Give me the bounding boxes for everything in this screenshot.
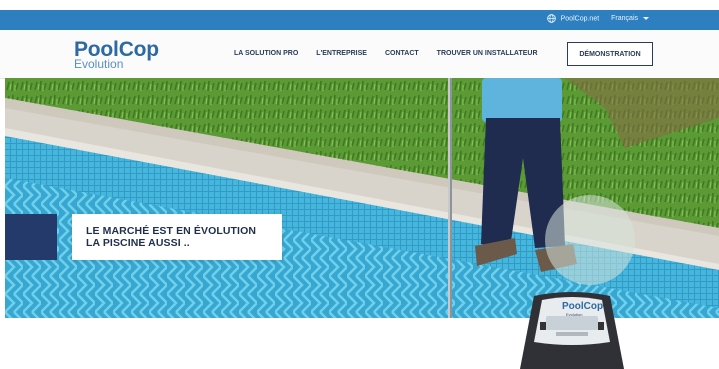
chevron-down-icon [643, 17, 649, 20]
accent-block [5, 214, 57, 260]
main-navigation: LA SOLUTION PRO L'ENTREPRISE CONTACT TRO… [234, 50, 538, 57]
hero-banner-image [5, 78, 719, 318]
top-utility-bar: PoolCop.net Français [0, 10, 719, 30]
site-logo[interactable]: PoolCop Evolution [74, 39, 159, 70]
demonstration-button[interactable]: DÉMONSTRATION [567, 42, 653, 66]
hero-headline-line-1: LE MARCHÉ EST EN ÉVOLUTION [86, 225, 257, 237]
top-bar-links: PoolCop.net Français [546, 14, 649, 23]
nav-l-entreprise[interactable]: L'ENTREPRISE [316, 50, 367, 57]
language-selector[interactable]: Français [611, 15, 649, 22]
hero-headline-card: LE MARCHÉ EST EN ÉVOLUTION LA PISCINE AU… [72, 214, 282, 260]
poolcop-net-link[interactable]: PoolCop.net [546, 14, 600, 23]
device-model: Evolution [566, 312, 583, 317]
pool-scene-illustration [5, 78, 719, 318]
nav-la-solution-pro[interactable]: LA SOLUTION PRO [234, 50, 298, 57]
poolcop-net-label: PoolCop.net [560, 15, 600, 23]
language-label: Français [611, 15, 638, 22]
nav-trouver-un-installateur[interactable]: TROUVER UN INSTALLATEUR [437, 50, 538, 57]
hero-headline-line-2: LA PISCINE AUSSI .. [86, 237, 190, 249]
nav-contact[interactable]: CONTACT [385, 50, 419, 57]
device-brand: PoolCop [562, 301, 604, 312]
globe-icon [546, 14, 556, 23]
